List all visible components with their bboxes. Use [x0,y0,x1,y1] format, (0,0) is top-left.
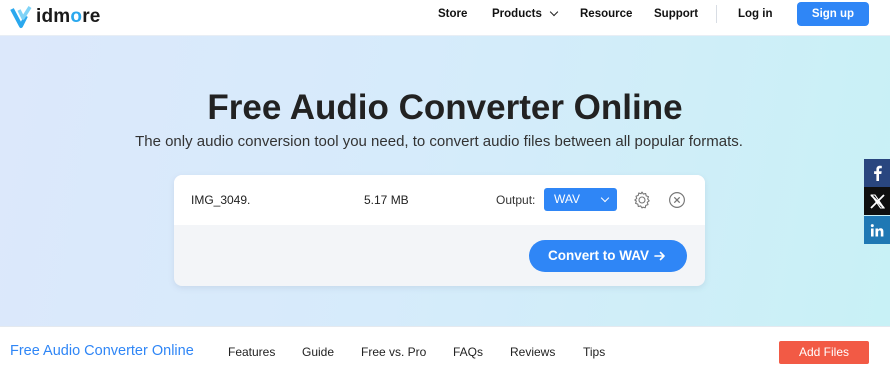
nav-products-label: Products [492,8,542,20]
file-row: IMG_3049. 5.17 MB Output: WAV [174,175,705,225]
tab-features[interactable]: Features [228,345,275,359]
gear-icon[interactable] [632,190,652,210]
page-title: Free Audio Converter Online [207,88,683,127]
close-circle-icon[interactable] [668,191,686,209]
chevron-down-icon [549,7,559,17]
hero-section: Free Audio Converter Online The only aud… [0,36,890,326]
login-link[interactable]: Log in [738,0,773,36]
arrow-right-icon [654,251,665,261]
logo-text: idmore [36,6,101,27]
tab-guide[interactable]: Guide [302,345,334,359]
file-size: 5.17 MB [364,193,409,207]
convert-button[interactable]: Convert to WAV [529,240,687,272]
vidmore-logo[interactable]: idmore [10,3,101,31]
chevron-down-icon [600,193,610,203]
page-subtitle: The only audio conversion tool you need,… [135,133,743,150]
facebook-share-button[interactable] [864,159,890,187]
top-navigation: idmore Store Products Resource Support L… [0,0,890,36]
file-name: IMG_3049. [191,193,251,207]
nav-support[interactable]: Support [654,0,698,36]
facebook-icon [874,165,882,181]
convert-button-label: Convert to WAV [548,248,649,263]
nav-products[interactable]: Products [492,0,559,36]
tab-free-vs-pro[interactable]: Free vs. Pro [361,345,426,359]
bottom-bar: Free Audio Converter Online Features Gui… [0,326,890,377]
add-files-button[interactable]: Add Files [779,341,869,364]
output-label: Output: [496,193,536,207]
tab-tips[interactable]: Tips [583,345,605,359]
x-share-button[interactable] [864,187,890,215]
nav-store[interactable]: Store [438,0,467,36]
output-format-value: WAV [554,192,580,206]
linkedin-share-button[interactable] [864,216,890,244]
vidmore-logo-icon [10,6,32,28]
output-format-select[interactable]: WAV [544,188,617,211]
nav-resource[interactable]: Resource [580,0,632,36]
x-icon [869,193,885,209]
nav-divider [716,5,717,23]
linkedin-icon [870,223,883,236]
tab-reviews[interactable]: Reviews [510,345,555,359]
tab-faqs[interactable]: FAQs [453,345,483,359]
bottom-bar-title: Free Audio Converter Online [10,343,194,359]
file-card: IMG_3049. 5.17 MB Output: WAV Convert to… [174,175,705,286]
signup-button[interactable]: Sign up [797,2,869,26]
